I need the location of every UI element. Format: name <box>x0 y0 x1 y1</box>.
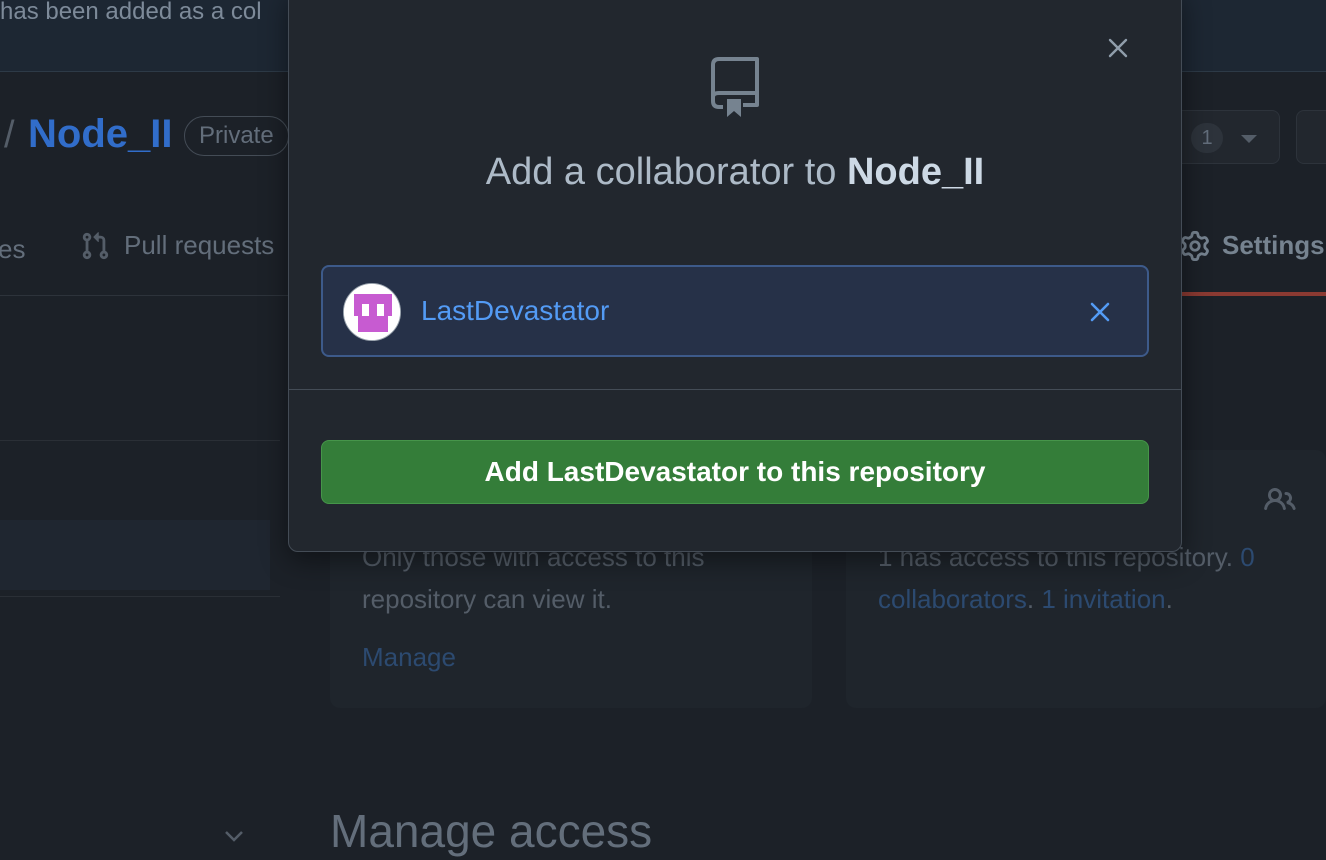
tab-settings[interactable]: Settings <box>1180 230 1325 261</box>
flash-message: has been added as a col <box>0 0 262 25</box>
repo-name-link[interactable]: Node_II <box>28 112 172 157</box>
counter-badge: 1 <box>1191 123 1223 153</box>
selected-collaborator: LastDevastator <box>321 265 1149 357</box>
tab-issues[interactable]: es <box>0 234 25 265</box>
dialog-title-prefix: Add a collaborator to <box>485 151 847 193</box>
selected-username: LastDevastator <box>421 295 610 326</box>
x-icon <box>1090 302 1110 322</box>
add-collaborator-dialog: Add a collaborator to Node_II LastDevast… <box>288 0 1182 552</box>
sidebar-divider <box>0 440 280 441</box>
remove-selection-button[interactable] <box>1085 297 1115 327</box>
avatar <box>343 283 401 341</box>
visibility-badge: Private <box>184 116 289 156</box>
manage-visibility-link[interactable]: Manage <box>362 642 456 673</box>
sidebar-item-collaborators[interactable] <box>0 520 270 590</box>
invitations-link[interactable]: 1 invitation <box>1041 584 1165 614</box>
visibility-text-line2: repository can view it. <box>362 584 612 614</box>
people-icon <box>1264 487 1296 511</box>
tab-pull-requests[interactable]: Pull requests <box>80 230 274 261</box>
repo-action-button-2[interactable] <box>1296 110 1326 164</box>
close-dialog-button[interactable] <box>1103 33 1133 63</box>
sidebar-divider <box>0 596 280 597</box>
collaborators-link[interactable]: collaborators <box>878 584 1027 614</box>
collaborators-count-link[interactable]: 0 <box>1240 542 1254 572</box>
section-heading: Manage access <box>330 805 653 857</box>
tab-pull-requests-label: Pull requests <box>124 230 275 260</box>
close-icon <box>1108 38 1128 58</box>
gear-icon <box>1181 230 1209 261</box>
chevron-down-icon[interactable] <box>222 826 246 846</box>
dialog-title: Add a collaborator to Node_II <box>289 151 1181 194</box>
access-period-2: . <box>1165 584 1173 614</box>
caret-down-icon <box>1241 135 1257 143</box>
repo-icon <box>711 57 759 117</box>
git-pull-request-icon <box>82 231 109 259</box>
breadcrumb-separator: / <box>4 114 15 156</box>
add-collaborator-button[interactable]: Add LastDevastator to this repository <box>321 440 1149 504</box>
active-tab-underline <box>1180 292 1326 296</box>
tab-settings-label: Settings <box>1222 230 1325 260</box>
access-period: . <box>1026 584 1035 614</box>
identicon <box>344 284 400 340</box>
dialog-title-repo: Node_II <box>846 151 985 193</box>
dialog-divider <box>289 389 1181 390</box>
